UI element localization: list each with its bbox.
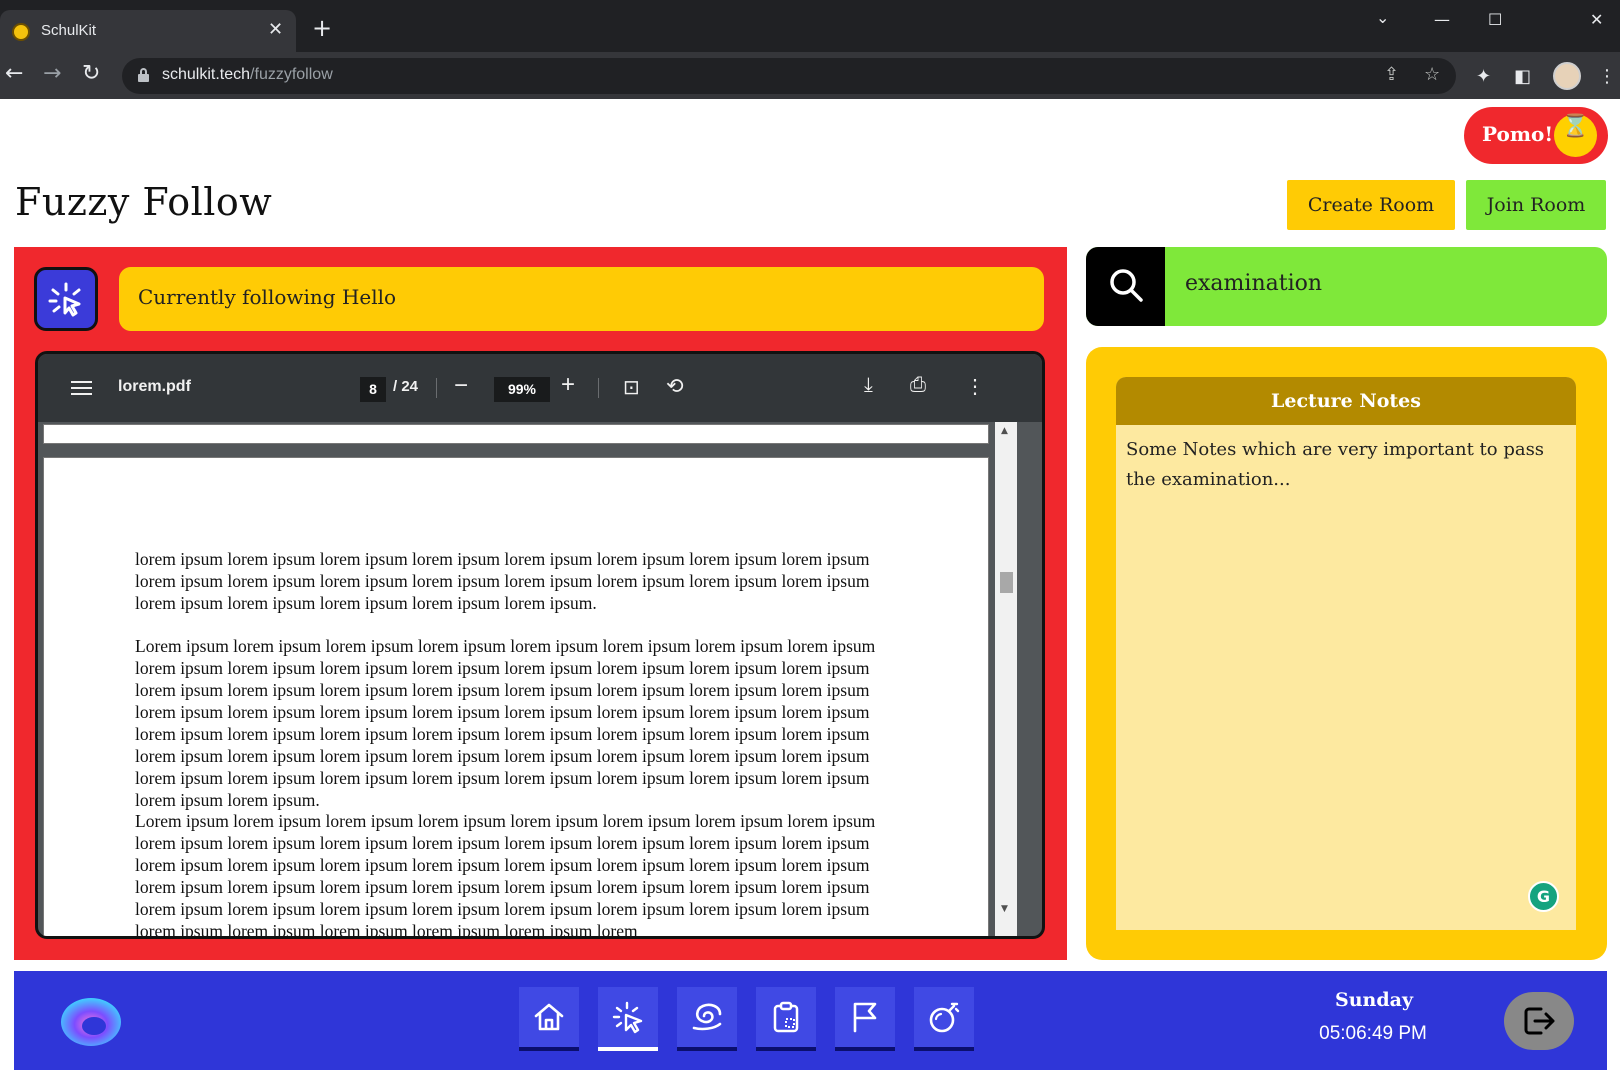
swirl-icon xyxy=(692,1003,722,1031)
zoom-out-icon[interactable]: − xyxy=(454,372,468,400)
logout-icon xyxy=(1524,1007,1555,1035)
following-status-text: Currently following Hello xyxy=(138,285,397,309)
nav-bomb[interactable] xyxy=(914,987,974,1051)
pomo-button[interactable]: Pomo! ⌛ xyxy=(1466,109,1606,162)
pdf-file-name: lorem.pdf xyxy=(118,378,191,395)
browser-tab[interactable]: SchulKit ✕ xyxy=(0,10,296,52)
search-bar: examination xyxy=(1086,247,1607,326)
grammarly-icon[interactable]: G xyxy=(1528,881,1559,912)
pdf-previous-page xyxy=(43,424,989,444)
bookmark-star-icon[interactable]: ☆ xyxy=(1424,64,1440,85)
search-input[interactable]: examination xyxy=(1185,271,1322,296)
share-icon[interactable]: ⇪ xyxy=(1384,64,1399,85)
scroll-down-icon[interactable]: ▼ xyxy=(1001,904,1008,914)
more-options-icon[interactable]: ⋮ xyxy=(965,374,985,399)
bottom-navigation: Sunday 05:06:49 PM xyxy=(14,971,1607,1070)
clock-day: Sunday xyxy=(1335,989,1413,1011)
back-arrow-icon[interactable]: ← xyxy=(5,62,23,86)
minimize-icon[interactable]: — xyxy=(1434,10,1450,29)
page-number-input[interactable]: 8 xyxy=(360,377,386,402)
pdf-paragraph: Lorem ipsum lorem ipsum lorem ipsum lore… xyxy=(135,811,876,939)
reload-icon[interactable]: ↻ xyxy=(82,62,100,86)
notes-title: Lecture Notes xyxy=(1116,377,1576,425)
url-text: schulkit.tech/fuzzyfollow xyxy=(162,66,333,83)
bomb-icon xyxy=(929,1002,960,1033)
print-icon[interactable]: ⎙ xyxy=(910,374,926,397)
browser-tab-strip: SchulKit ✕ + ⌄ — ☐ ✕ xyxy=(0,0,1620,52)
search-button[interactable] xyxy=(1086,247,1165,326)
app-logo-icon xyxy=(61,998,121,1046)
pdf-toolbar: lorem.pdf 8 / 24 − 99% + ⊡ ⟲ ⤓ ⎙ ⋮ xyxy=(38,354,1042,422)
pdf-paragraph: Lorem ipsum lorem ipsum lorem ipsum lore… xyxy=(135,636,876,810)
rotate-icon[interactable]: ⟲ xyxy=(666,374,684,399)
follow-pointer-button[interactable] xyxy=(34,267,98,331)
create-room-button[interactable]: Create Room xyxy=(1287,180,1455,230)
nav-fuzzy-follow[interactable] xyxy=(598,987,658,1051)
scroll-up-icon[interactable]: ▲ xyxy=(1001,426,1008,436)
following-status-bar: Currently following Hello xyxy=(119,267,1044,331)
lock-icon xyxy=(138,68,149,82)
pdf-scrollbar[interactable]: ▲ ▼ xyxy=(995,422,1017,936)
browser-menu-icon[interactable]: ⋮ xyxy=(1598,66,1616,87)
flag-icon xyxy=(853,1002,877,1033)
profile-avatar[interactable] xyxy=(1553,62,1581,90)
notes-panel: Lecture Notes Some Notes which are very … xyxy=(1086,347,1607,960)
new-tab-icon[interactable]: + xyxy=(312,16,332,40)
nav-flag[interactable] xyxy=(835,987,895,1051)
tab-title: SchulKit xyxy=(41,22,97,39)
home-icon xyxy=(534,1003,564,1031)
hamburger-menu-icon[interactable] xyxy=(71,381,92,396)
zoom-level-input[interactable]: 99% xyxy=(494,377,550,402)
tab-search-chevron-icon[interactable]: ⌄ xyxy=(1376,8,1389,27)
scroll-thumb[interactable] xyxy=(1000,572,1013,593)
window-close-icon[interactable]: ✕ xyxy=(1590,10,1603,29)
page-title: Fuzzy Follow xyxy=(15,180,273,224)
nav-home[interactable] xyxy=(519,987,579,1051)
lecture-notes-card: Lecture Notes Some Notes which are very … xyxy=(1116,377,1576,930)
zoom-in-icon[interactable]: + xyxy=(561,371,575,399)
clock-time: 05:06:49 PM xyxy=(1319,1023,1427,1044)
total-pages: / 24 xyxy=(393,378,419,395)
nav-clipboard[interactable] xyxy=(756,987,816,1051)
search-icon xyxy=(1110,269,1143,302)
toolbar-divider xyxy=(598,378,599,398)
nav-swirl[interactable] xyxy=(677,987,737,1051)
follow-panel: Currently following Hello lorem.pdf 8 / … xyxy=(14,247,1067,960)
side-panel-icon[interactable]: ◧ xyxy=(1514,66,1531,87)
pdf-paragraph: lorem ipsum lorem ipsum lorem ipsum lore… xyxy=(135,549,870,613)
pomo-label: Pomo! xyxy=(1482,122,1554,146)
fuzzy-follow-icon xyxy=(612,1001,643,1034)
notes-textarea[interactable]: Some Notes which are very important to p… xyxy=(1126,435,1566,495)
maximize-icon[interactable]: ☐ xyxy=(1488,10,1502,29)
toolbar-divider xyxy=(436,378,437,398)
logout-button[interactable] xyxy=(1504,992,1574,1050)
extensions-puzzle-icon[interactable]: ✦ xyxy=(1476,66,1491,87)
forward-arrow-icon[interactable]: → xyxy=(43,62,61,86)
pdf-viewer[interactable]: lorem.pdf 8 / 24 − 99% + ⊡ ⟲ ⤓ ⎙ ⋮ lorem… xyxy=(35,351,1045,939)
download-icon[interactable]: ⤓ xyxy=(864,374,873,397)
hourglass-icon: ⌛ xyxy=(1554,114,1597,157)
pdf-page: lorem ipsum lorem ipsum lorem ipsum lore… xyxy=(43,457,989,939)
schulkit-favicon-icon xyxy=(12,23,30,41)
clipboard-icon xyxy=(773,1001,799,1033)
tab-close-icon[interactable]: ✕ xyxy=(268,19,283,40)
address-bar[interactable]: schulkit.tech/fuzzyfollow ⇪ ☆ xyxy=(122,58,1456,94)
join-room-button[interactable]: Join Room xyxy=(1466,180,1606,230)
fit-page-icon[interactable]: ⊡ xyxy=(623,375,640,400)
browser-toolbar: ← → ↻ schulkit.tech/fuzzyfollow ⇪ ☆ ✦ ◧ … xyxy=(0,52,1620,99)
click-pointer-icon xyxy=(48,282,81,317)
